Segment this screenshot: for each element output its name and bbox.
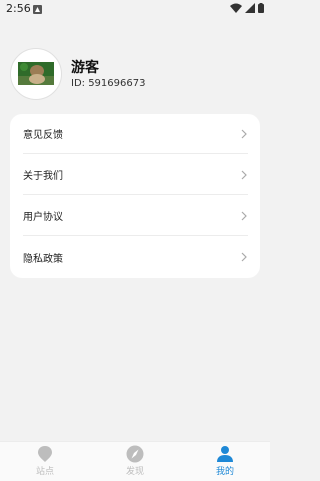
menu-item-label: 关于我们 [23,171,63,182]
avatar[interactable] [10,48,62,100]
tab-label: 发现 [125,467,144,477]
bottom-nav: 站点 发现 我的 [0,441,270,481]
menu-item-privacy-policy[interactable]: 隐私政策 [23,237,248,277]
chevron-right-icon [241,170,247,179]
chevron-right-icon [241,129,247,138]
menu-item-feedback[interactable]: 意见反馈 [23,114,248,154]
location-pin-icon [38,446,52,462]
tab-discover[interactable]: 发现 [105,445,165,479]
user-id: ID: 591696673 [71,78,146,89]
person-icon [217,446,233,462]
menu-item-label: 意见反馈 [23,130,63,141]
settings-menu: 意见反馈 关于我们 用户协议 隐私政策 [10,114,260,278]
menu-item-about[interactable]: 关于我们 [23,155,248,195]
chevron-right-icon [241,252,247,262]
notification-icon [33,5,42,14]
compass-icon [126,445,144,463]
tab-label: 站点 [35,467,54,477]
username: 游客 [71,60,99,76]
system-icons [230,3,264,13]
tab-station[interactable]: 站点 [15,445,75,479]
tab-label: 我的 [215,467,234,477]
menu-item-label: 用户协议 [23,212,63,223]
menu-item-user-agreement[interactable]: 用户协议 [23,196,248,236]
status-time: 2:56 [6,2,31,15]
signal-icon [245,3,255,13]
menu-item-label: 隐私政策 [23,253,63,265]
wifi-icon [230,3,242,13]
status-bar: 2:56 [0,0,270,20]
avatar-photo [18,62,54,85]
tab-mine[interactable]: 我的 [195,445,255,479]
battery-icon [258,3,264,13]
profile-header: 游客 ID: 591696673 [10,48,260,100]
chevron-right-icon [241,211,247,220]
